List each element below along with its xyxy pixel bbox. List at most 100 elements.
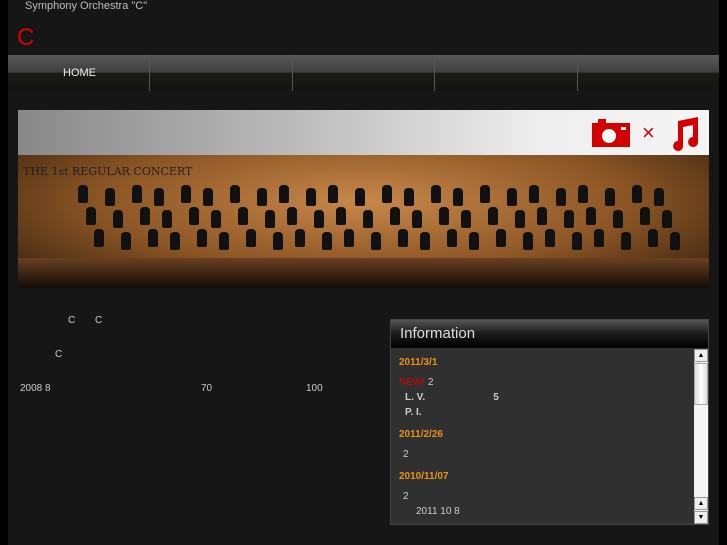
player-silhouette: [170, 232, 180, 250]
player-silhouette: [431, 185, 441, 203]
player-silhouette: [344, 229, 354, 247]
main-nav: HOME: [8, 55, 719, 91]
player-silhouette: [523, 232, 533, 250]
news-line: 2: [403, 491, 409, 502]
player-silhouette: [162, 210, 172, 228]
player-silhouette: [295, 229, 305, 247]
player-silhouette: [105, 188, 115, 206]
music-note-icon: [673, 117, 699, 151]
player-silhouette: [390, 207, 400, 225]
player-silhouette: [132, 185, 142, 203]
nav-item-3[interactable]: [293, 55, 436, 91]
camera-icon: [592, 119, 630, 147]
player-silhouette: [181, 185, 191, 203]
player-silhouette: [453, 188, 463, 206]
times-icon: ×: [642, 120, 655, 145]
nav-item-5[interactable]: [578, 55, 719, 91]
news-line: P. I.: [405, 407, 422, 418]
player-silhouette: [257, 188, 267, 206]
information-list: 2011/3/1 NEW! 2 L. V. 5 P. I. 2011/2/26 2…: [391, 349, 693, 524]
concert-caption: THE 1st REGULAR CONCERT: [23, 165, 193, 178]
scroll-up-button[interactable]: ▲: [694, 349, 708, 362]
intro-text: 70: [201, 383, 213, 394]
player-silhouette: [279, 185, 289, 203]
news-line: 2011 10 8: [416, 506, 460, 517]
news-date: 2011/2/26: [399, 429, 443, 440]
player-silhouette: [94, 229, 104, 247]
player-silhouette: [670, 232, 680, 250]
information-panel: Information 2011/3/1 NEW! 2 L. V. 5 P. I.…: [390, 319, 709, 525]
banner-band: ×: [18, 110, 709, 155]
scroll-down-button[interactable]: ▼: [694, 511, 708, 524]
concert-photo: THE 1st REGULAR CONCERT: [18, 155, 709, 288]
player-silhouette: [230, 185, 240, 203]
player-silhouette: [515, 210, 525, 228]
player-silhouette: [363, 210, 373, 228]
player-silhouette: [594, 229, 604, 247]
player-silhouette: [507, 188, 517, 206]
news-date: 2010/11/07: [399, 471, 449, 482]
hero-banner: × THE 1st REGULAR CONCERT: [18, 110, 709, 288]
logo[interactable]: C: [17, 24, 34, 52]
information-title: Information: [391, 320, 708, 348]
player-silhouette: [86, 207, 96, 225]
news-date: 2011/3/1: [399, 357, 438, 368]
player-silhouette: [371, 232, 381, 250]
intro-text: 100: [306, 383, 323, 394]
news-line: NEW! 2: [399, 377, 434, 388]
player-silhouette: [640, 207, 650, 225]
scrollbar[interactable]: ▲ ▲ ▼: [694, 349, 708, 524]
player-silhouette: [556, 188, 566, 206]
player-silhouette: [480, 185, 490, 203]
player-silhouette: [148, 229, 158, 247]
player-silhouette: [496, 229, 506, 247]
player-silhouette: [654, 188, 664, 206]
player-silhouette: [412, 210, 422, 228]
player-silhouette: [78, 185, 88, 203]
player-silhouette: [447, 229, 457, 247]
player-silhouette: [238, 207, 248, 225]
player-silhouette: [211, 210, 221, 228]
scroll-up-button[interactable]: ▲: [694, 497, 708, 510]
player-silhouette: [246, 229, 256, 247]
player-silhouette: [572, 232, 582, 250]
player-silhouette: [621, 232, 631, 250]
player-silhouette: [564, 210, 574, 228]
nav-item-2[interactable]: [150, 55, 293, 91]
player-silhouette: [404, 188, 414, 206]
player-silhouette: [398, 229, 408, 247]
nav-item-home[interactable]: HOME: [8, 55, 151, 91]
player-silhouette: [287, 207, 297, 225]
scroll-thumb[interactable]: [694, 363, 708, 405]
player-silhouette: [545, 229, 555, 247]
page: Symphony Orchestra "C" C HOME × THE 1st …: [8, 0, 719, 545]
news-line: 2: [403, 449, 409, 460]
player-silhouette: [578, 185, 588, 203]
intro-text: C: [55, 349, 63, 360]
player-silhouette: [322, 232, 332, 250]
player-silhouette: [140, 207, 150, 225]
player-silhouette: [537, 207, 547, 225]
intro-text: C: [68, 315, 76, 326]
player-silhouette: [265, 210, 275, 228]
player-silhouette: [648, 229, 658, 247]
player-silhouette: [306, 188, 316, 206]
player-silhouette: [586, 207, 596, 225]
player-silhouette: [197, 229, 207, 247]
player-silhouette: [439, 207, 449, 225]
stage-floor: [18, 258, 709, 288]
news-line: L. V. 5: [405, 392, 499, 403]
player-silhouette: [336, 207, 346, 225]
player-silhouette: [529, 185, 539, 203]
player-silhouette: [488, 207, 498, 225]
player-silhouette: [632, 185, 642, 203]
nav-item-4[interactable]: [435, 55, 578, 91]
intro-text: 2008 8: [20, 383, 51, 394]
player-silhouette: [662, 210, 672, 228]
player-silhouette: [113, 210, 123, 228]
player-silhouette: [355, 188, 365, 206]
player-silhouette: [154, 188, 164, 206]
player-silhouette: [420, 232, 430, 250]
player-silhouette: [273, 232, 283, 250]
player-silhouette: [461, 210, 471, 228]
